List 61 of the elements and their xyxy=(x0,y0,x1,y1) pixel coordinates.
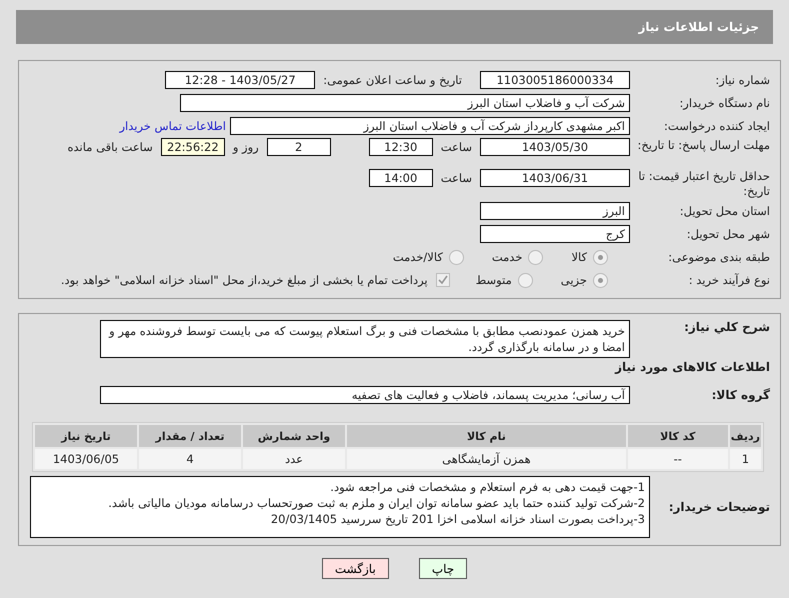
table-cell: 1403/06/05 xyxy=(35,449,137,469)
column-header: ردیف xyxy=(730,425,761,447)
category-radio[interactable] xyxy=(593,250,608,264)
column-header: تاریخ نیاز xyxy=(35,425,137,447)
page-title: جزئیات اطلاعات نیاز xyxy=(638,20,759,34)
back-button[interactable]: بازگشت xyxy=(322,558,389,579)
radio-label: کالا/خدمت xyxy=(392,249,444,266)
field-label: مهلت ارسال پاسخ: تا تاریخ: xyxy=(636,138,770,153)
treasury-checkbox[interactable] xyxy=(436,273,450,287)
field-label: تاریخ و ساعت اعلان عمومی: xyxy=(322,72,463,89)
validity-date-field: 1403/06/31 xyxy=(480,169,630,187)
field-label: استان محل تحویل: xyxy=(678,204,770,218)
field-label: توضیحات خریدار: xyxy=(668,500,770,514)
field-label: طبقه بندی موضوعی: xyxy=(667,250,770,264)
city-field: کرج xyxy=(480,225,630,243)
category-radio[interactable] xyxy=(528,250,544,264)
days-field: 2 xyxy=(266,138,331,156)
radio-label: خدمت xyxy=(490,249,524,266)
field-label: شهر محل تحویل: xyxy=(686,226,770,242)
table-cell: 1 xyxy=(730,449,761,469)
field-label: شرح کلي نياز: xyxy=(683,320,770,335)
section-heading: اطلاعات کالاهای مورد نیاز xyxy=(614,360,770,374)
column-header: تعداد / مقدار xyxy=(139,425,241,447)
table-cell: همزن آزمایشگاهی xyxy=(347,449,626,469)
field-label: گروه کالا: xyxy=(710,388,770,402)
description-textarea: خرید همزن عمودنصب مطابق با مشخصات فنی و برگ استعلام پیوست که می بایست توسط فروشنده مهر و امضا و در سامانه بارگذاری گردد. xyxy=(100,320,630,358)
table-cell: 4 xyxy=(139,449,241,469)
radio-label: جزیی xyxy=(560,272,588,289)
announce-date-field: 1403/05/27 - 12:28 xyxy=(165,71,316,89)
time-label: ساعت xyxy=(440,170,473,187)
province-field: البرز xyxy=(480,202,630,220)
field-label: حداقل تاریخ اعتبار قیمت: تا تاریخ: xyxy=(637,169,770,199)
table-cell: -- xyxy=(628,449,728,469)
validity-time-field: 14:00 xyxy=(368,169,433,187)
column-header: نام کالا xyxy=(347,425,626,447)
days-label: روز و xyxy=(231,139,260,156)
remaining-label: ساعت باقی مانده xyxy=(66,139,154,156)
radio-label: کالا xyxy=(570,249,588,266)
print-button[interactable]: چاپ xyxy=(418,558,468,579)
notes-textarea: 1-جهت قیمت دهی به فرم استعلام و مشخصات فنی مراجعه شود. 2-شرکت تولید کننده حتما باید عضو سامانه توان ایران و ملزم به ثبت صورتحساب درسامانه مودیان مالیاتی باشد. 3-پرداخت بصورت اسناد خزانه اسلامی اخزا 201 تاریخ سررسید 20/03/1405 xyxy=(30,476,650,538)
category-radio[interactable] xyxy=(448,250,464,264)
goods-group-field: آب رسانی؛ مدیریت پسماند، فاضلاب و فعالیت های تصفیه xyxy=(100,386,630,404)
field-label: نام دستگاه خریدار: xyxy=(678,96,770,110)
time-label: ساعت xyxy=(440,139,473,156)
radio-label: متوسط xyxy=(474,272,513,289)
buyer-contact-link[interactable]: اطلاعات تماس خریدار xyxy=(119,119,226,133)
requester-field: اکبر مشهدی کارپرداز شرکت آب و فاضلاب استان البرز xyxy=(230,117,630,135)
remaining-time-field: 22:56:22 xyxy=(160,138,225,156)
treasury-label: پرداخت تمام یا بخشی از مبلغ خرید،از محل "اسناد خزانه اسلامی" خواهد بود. xyxy=(60,272,429,289)
need-number-field: 1103005186000334 xyxy=(480,71,630,89)
field-label: نوع فرآیند خرید : xyxy=(688,272,770,288)
process-radio[interactable] xyxy=(593,272,608,288)
field-label: ایجاد کننده درخواست: xyxy=(663,118,770,134)
table-cell: عدد xyxy=(243,449,345,469)
deadline-time-field: 12:30 xyxy=(368,138,433,156)
buyer-name-field: شرکت آب و فاضلاب استان البرز xyxy=(180,94,630,112)
column-header: واحد شمارش xyxy=(243,425,345,447)
column-header: کد کالا xyxy=(628,425,728,447)
process-radio[interactable] xyxy=(518,272,533,288)
field-label: شماره نیاز: xyxy=(714,72,770,88)
deadline-date-field: 1403/05/30 xyxy=(480,138,630,156)
